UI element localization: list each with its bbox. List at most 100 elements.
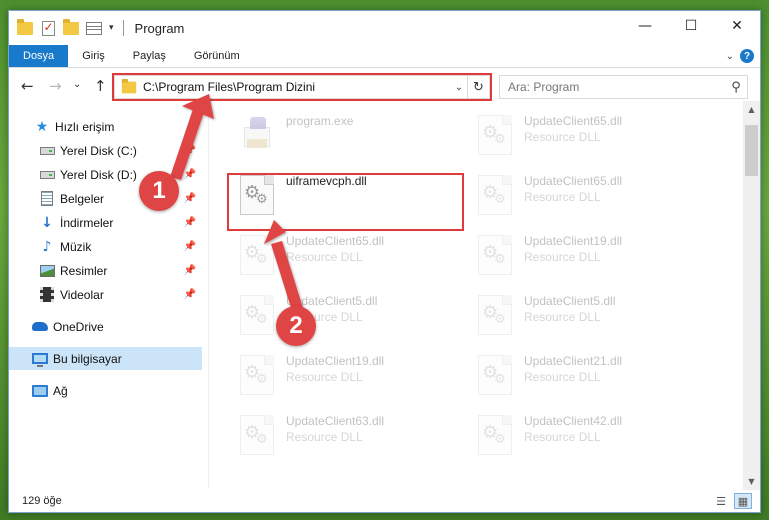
sidebar-item-pictures[interactable]: Resimler 📌 xyxy=(9,259,202,282)
pin-icon[interactable]: 📌 xyxy=(184,289,196,300)
file-type: Resource DLL xyxy=(524,430,601,444)
sidebar-item-label: Yerel Disk (D:) xyxy=(60,167,137,182)
sidebar-item-label: Müzik xyxy=(60,239,92,254)
file-tile[interactable]: ⚙ ⚙ UpdateClient65.dll Resource DLL xyxy=(232,231,468,285)
title-separator xyxy=(122,20,124,36)
quick-access-toolbar: ▾ Program xyxy=(9,18,185,36)
download-arrow-icon: ↓ xyxy=(41,214,53,231)
sidebar-item-label: Belgeler xyxy=(60,191,105,206)
pin-icon[interactable]: 📌 xyxy=(184,241,196,252)
tab-gorunum[interactable]: Görünüm xyxy=(180,45,254,67)
pin-icon[interactable]: 📌 xyxy=(184,193,196,204)
file-type: Resource DLL xyxy=(286,250,363,264)
sidebar-item-label: Bu bilgisayar xyxy=(53,351,122,366)
minimize-button[interactable]: — xyxy=(622,11,668,41)
sidebar-item-label: İndirmeler xyxy=(60,215,114,230)
cloud-icon xyxy=(32,319,48,335)
dll-gear-icon: ⚙ ⚙ xyxy=(470,411,518,459)
address-path[interactable]: C:\Program Files\Program Dizini xyxy=(143,80,451,94)
dll-gear-icon: ⚙ ⚙ xyxy=(470,291,518,339)
hard-disk-icon xyxy=(39,143,55,159)
navigation-pane: ★ Hızlı erişim Yerel Disk (C:) 📌 Yerel D… xyxy=(9,111,204,481)
view-switcher: ☰ ▦ xyxy=(712,493,752,509)
file-type: Resource DLL xyxy=(286,430,363,444)
scroll-thumb[interactable] xyxy=(745,125,758,176)
file-name: UpdateClient42.dll xyxy=(524,414,623,428)
application-icon xyxy=(232,111,280,159)
file-name: UpdateClient65.dll xyxy=(286,234,385,248)
file-tile[interactable]: ⚙ ⚙ UpdateClient42.dll Resource DLL xyxy=(470,411,706,465)
hard-disk-icon xyxy=(39,167,55,183)
tab-dosya[interactable]: Dosya xyxy=(9,45,69,67)
file-name: UpdateClient5.dll xyxy=(524,294,616,308)
file-tile[interactable]: ⚙ ⚙ UpdateClient5.dll Resource DLL xyxy=(470,291,706,345)
file-type: Resource DLL xyxy=(286,370,363,384)
pin-icon[interactable]: 📌 xyxy=(184,145,196,156)
file-tile[interactable]: ⚙ ⚙ UpdateClient63.dll Resource DLL xyxy=(232,411,468,465)
expand-ribbon-chevron-icon[interactable]: ⌄ xyxy=(726,51,734,62)
properties-check-icon[interactable] xyxy=(40,20,56,36)
file-type: Resource DLL xyxy=(524,250,601,264)
sidebar-item-this-pc[interactable]: Bu bilgisayar xyxy=(9,347,202,370)
file-tile[interactable]: ⚙ ⚙ UpdateClient19.dll Resource DLL xyxy=(232,351,468,405)
file-tile-program-exe[interactable]: program.exe xyxy=(232,111,468,165)
file-name: UpdateClient65.dll xyxy=(524,174,623,188)
refresh-icon[interactable]: ↻ xyxy=(467,76,489,98)
sidebar-item-downloads[interactable]: ↓ İndirmeler 📌 xyxy=(9,211,202,234)
sidebar-item-label: Hızlı erişim xyxy=(55,119,115,134)
sidebar-item-network[interactable]: Ağ xyxy=(9,379,202,402)
file-tile[interactable]: ⚙ ⚙ UpdateClient19.dll Resource DLL xyxy=(470,231,706,285)
recent-locations-chevron-icon[interactable]: ⌄ xyxy=(73,79,81,90)
file-tile-uiframevcph-dll[interactable]: ⚙ ⚙ uiframevcph.dll xyxy=(232,171,468,225)
sidebar-item-label: Resimler xyxy=(60,263,108,278)
explorer-window: ▾ Program — ☐ ✕ Dosya Giriş Paylaş Görün… xyxy=(8,10,761,513)
file-name: UpdateClient19.dll xyxy=(524,234,623,248)
file-name: UpdateClient19.dll xyxy=(286,354,385,368)
sidebar-item-label: Videolar xyxy=(60,287,104,302)
pin-icon[interactable]: 📌 xyxy=(184,169,196,180)
sidebar-item-label: OneDrive xyxy=(53,319,104,334)
close-button[interactable]: ✕ xyxy=(714,11,760,41)
window-title: Program xyxy=(134,20,185,36)
address-folder-icon xyxy=(121,78,137,93)
back-arrow-icon[interactable]: ← xyxy=(21,77,34,95)
pin-icon[interactable]: 📌 xyxy=(184,217,196,228)
properties-icon[interactable] xyxy=(86,20,102,36)
details-view-icon[interactable]: ☰ xyxy=(712,493,730,509)
address-bar[interactable]: C:\Program Files\Program Dizini ⌄ ↻ xyxy=(114,75,490,99)
file-name: UpdateClient21.dll xyxy=(524,354,623,368)
dll-gear-icon: ⚙ ⚙ xyxy=(470,231,518,279)
pane-divider[interactable] xyxy=(208,101,209,488)
dll-gear-icon: ⚙ ⚙ xyxy=(470,111,518,159)
dll-gear-icon: ⚙ ⚙ xyxy=(470,351,518,399)
customize-toolbar-dropdown-icon[interactable]: ▾ xyxy=(109,23,114,33)
forward-arrow-icon[interactable]: → xyxy=(49,77,62,95)
up-arrow-icon[interactable]: ↑ xyxy=(94,77,107,95)
vertical-scrollbar[interactable]: ▲ ▼ xyxy=(743,101,760,490)
address-dropdown-icon[interactable]: ⌄ xyxy=(451,82,467,93)
sidebar-item-quick-access[interactable]: ★ Hızlı erişim xyxy=(9,115,202,138)
search-box[interactable]: ⚲ xyxy=(499,75,748,99)
sidebar-item-videos[interactable]: Videolar 📌 xyxy=(9,283,202,306)
network-icon xyxy=(32,383,48,399)
search-input[interactable] xyxy=(500,80,725,94)
pin-icon[interactable]: 📌 xyxy=(184,265,196,276)
search-icon[interactable]: ⚲ xyxy=(725,80,747,95)
new-folder-icon[interactable] xyxy=(63,18,79,36)
tab-paylas[interactable]: Paylaş xyxy=(119,45,180,67)
file-name: UpdateClient63.dll xyxy=(286,414,385,428)
sidebar-item-local-disk-c[interactable]: Yerel Disk (C:) 📌 xyxy=(9,139,202,162)
tiles-view-icon[interactable]: ▦ xyxy=(734,493,752,509)
scroll-down-arrow-icon[interactable]: ▼ xyxy=(743,473,760,490)
file-tile[interactable]: ⚙ ⚙ UpdateClient5.dll Resource DLL xyxy=(232,291,468,345)
file-tile[interactable]: ⚙ ⚙ UpdateClient65.dll Resource DLL xyxy=(470,111,706,165)
sidebar-item-music[interactable]: ♪ Müzik 📌 xyxy=(9,235,202,258)
file-tile[interactable]: ⚙ ⚙ UpdateClient65.dll Resource DLL xyxy=(470,171,706,225)
scroll-up-arrow-icon[interactable]: ▲ xyxy=(743,101,760,118)
tab-giris[interactable]: Giriş xyxy=(68,45,119,67)
maximize-button[interactable]: ☐ xyxy=(668,11,714,41)
file-tile[interactable]: ⚙ ⚙ UpdateClient21.dll Resource DLL xyxy=(470,351,706,405)
sidebar-item-onedrive[interactable]: OneDrive xyxy=(9,315,202,338)
help-icon[interactable]: ? xyxy=(740,49,754,63)
navigation-bar: ← → ⌄ ↑ C:\Program Files\Program Dizini … xyxy=(9,74,760,101)
